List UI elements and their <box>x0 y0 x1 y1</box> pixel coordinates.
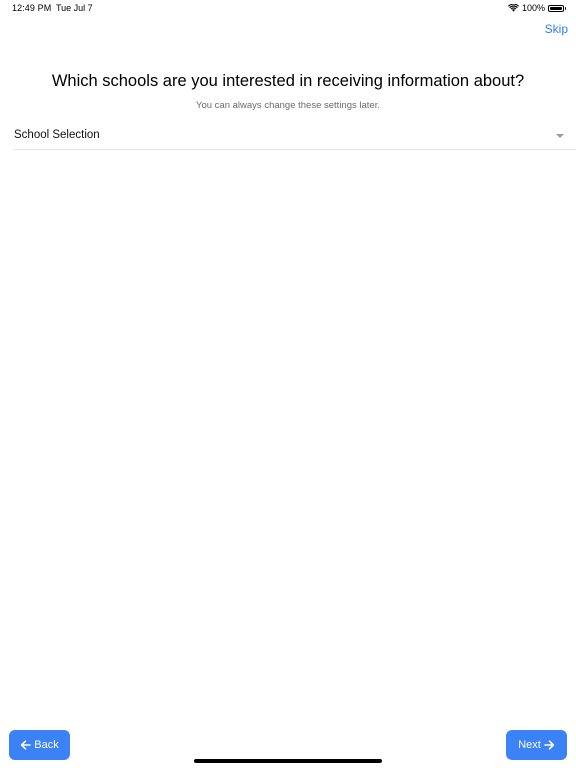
school-selection-dropdown[interactable]: School Selection <box>14 125 576 150</box>
status-time: 12:49 PM <box>12 3 52 13</box>
skip-button[interactable]: Skip <box>545 22 568 36</box>
arrow-right-icon <box>544 740 555 750</box>
status-bar: 12:49 PM Tue Jul 7 100% <box>0 0 576 16</box>
school-selection-label: School Selection <box>14 129 100 141</box>
status-date: Tue Jul 7 <box>56 3 93 13</box>
arrow-left-icon <box>20 740 32 750</box>
page-subtitle: You can always change these settings lat… <box>196 100 380 111</box>
battery-percent: 100% <box>521 3 545 13</box>
battery-fill <box>550 6 562 10</box>
caret-down-icon <box>556 134 564 138</box>
battery-cap <box>564 7 566 10</box>
page-title: Which schools are you interested in rece… <box>51 72 525 90</box>
home-indicator[interactable] <box>194 759 382 763</box>
status-indicators: 100% <box>507 2 566 14</box>
wifi-icon <box>507 4 519 12</box>
back-button[interactable]: Back <box>9 730 70 760</box>
back-button-label: Back <box>34 739 59 751</box>
next-button[interactable]: Next <box>506 730 567 760</box>
battery-icon <box>548 4 566 12</box>
next-button-label: Next <box>518 739 541 751</box>
